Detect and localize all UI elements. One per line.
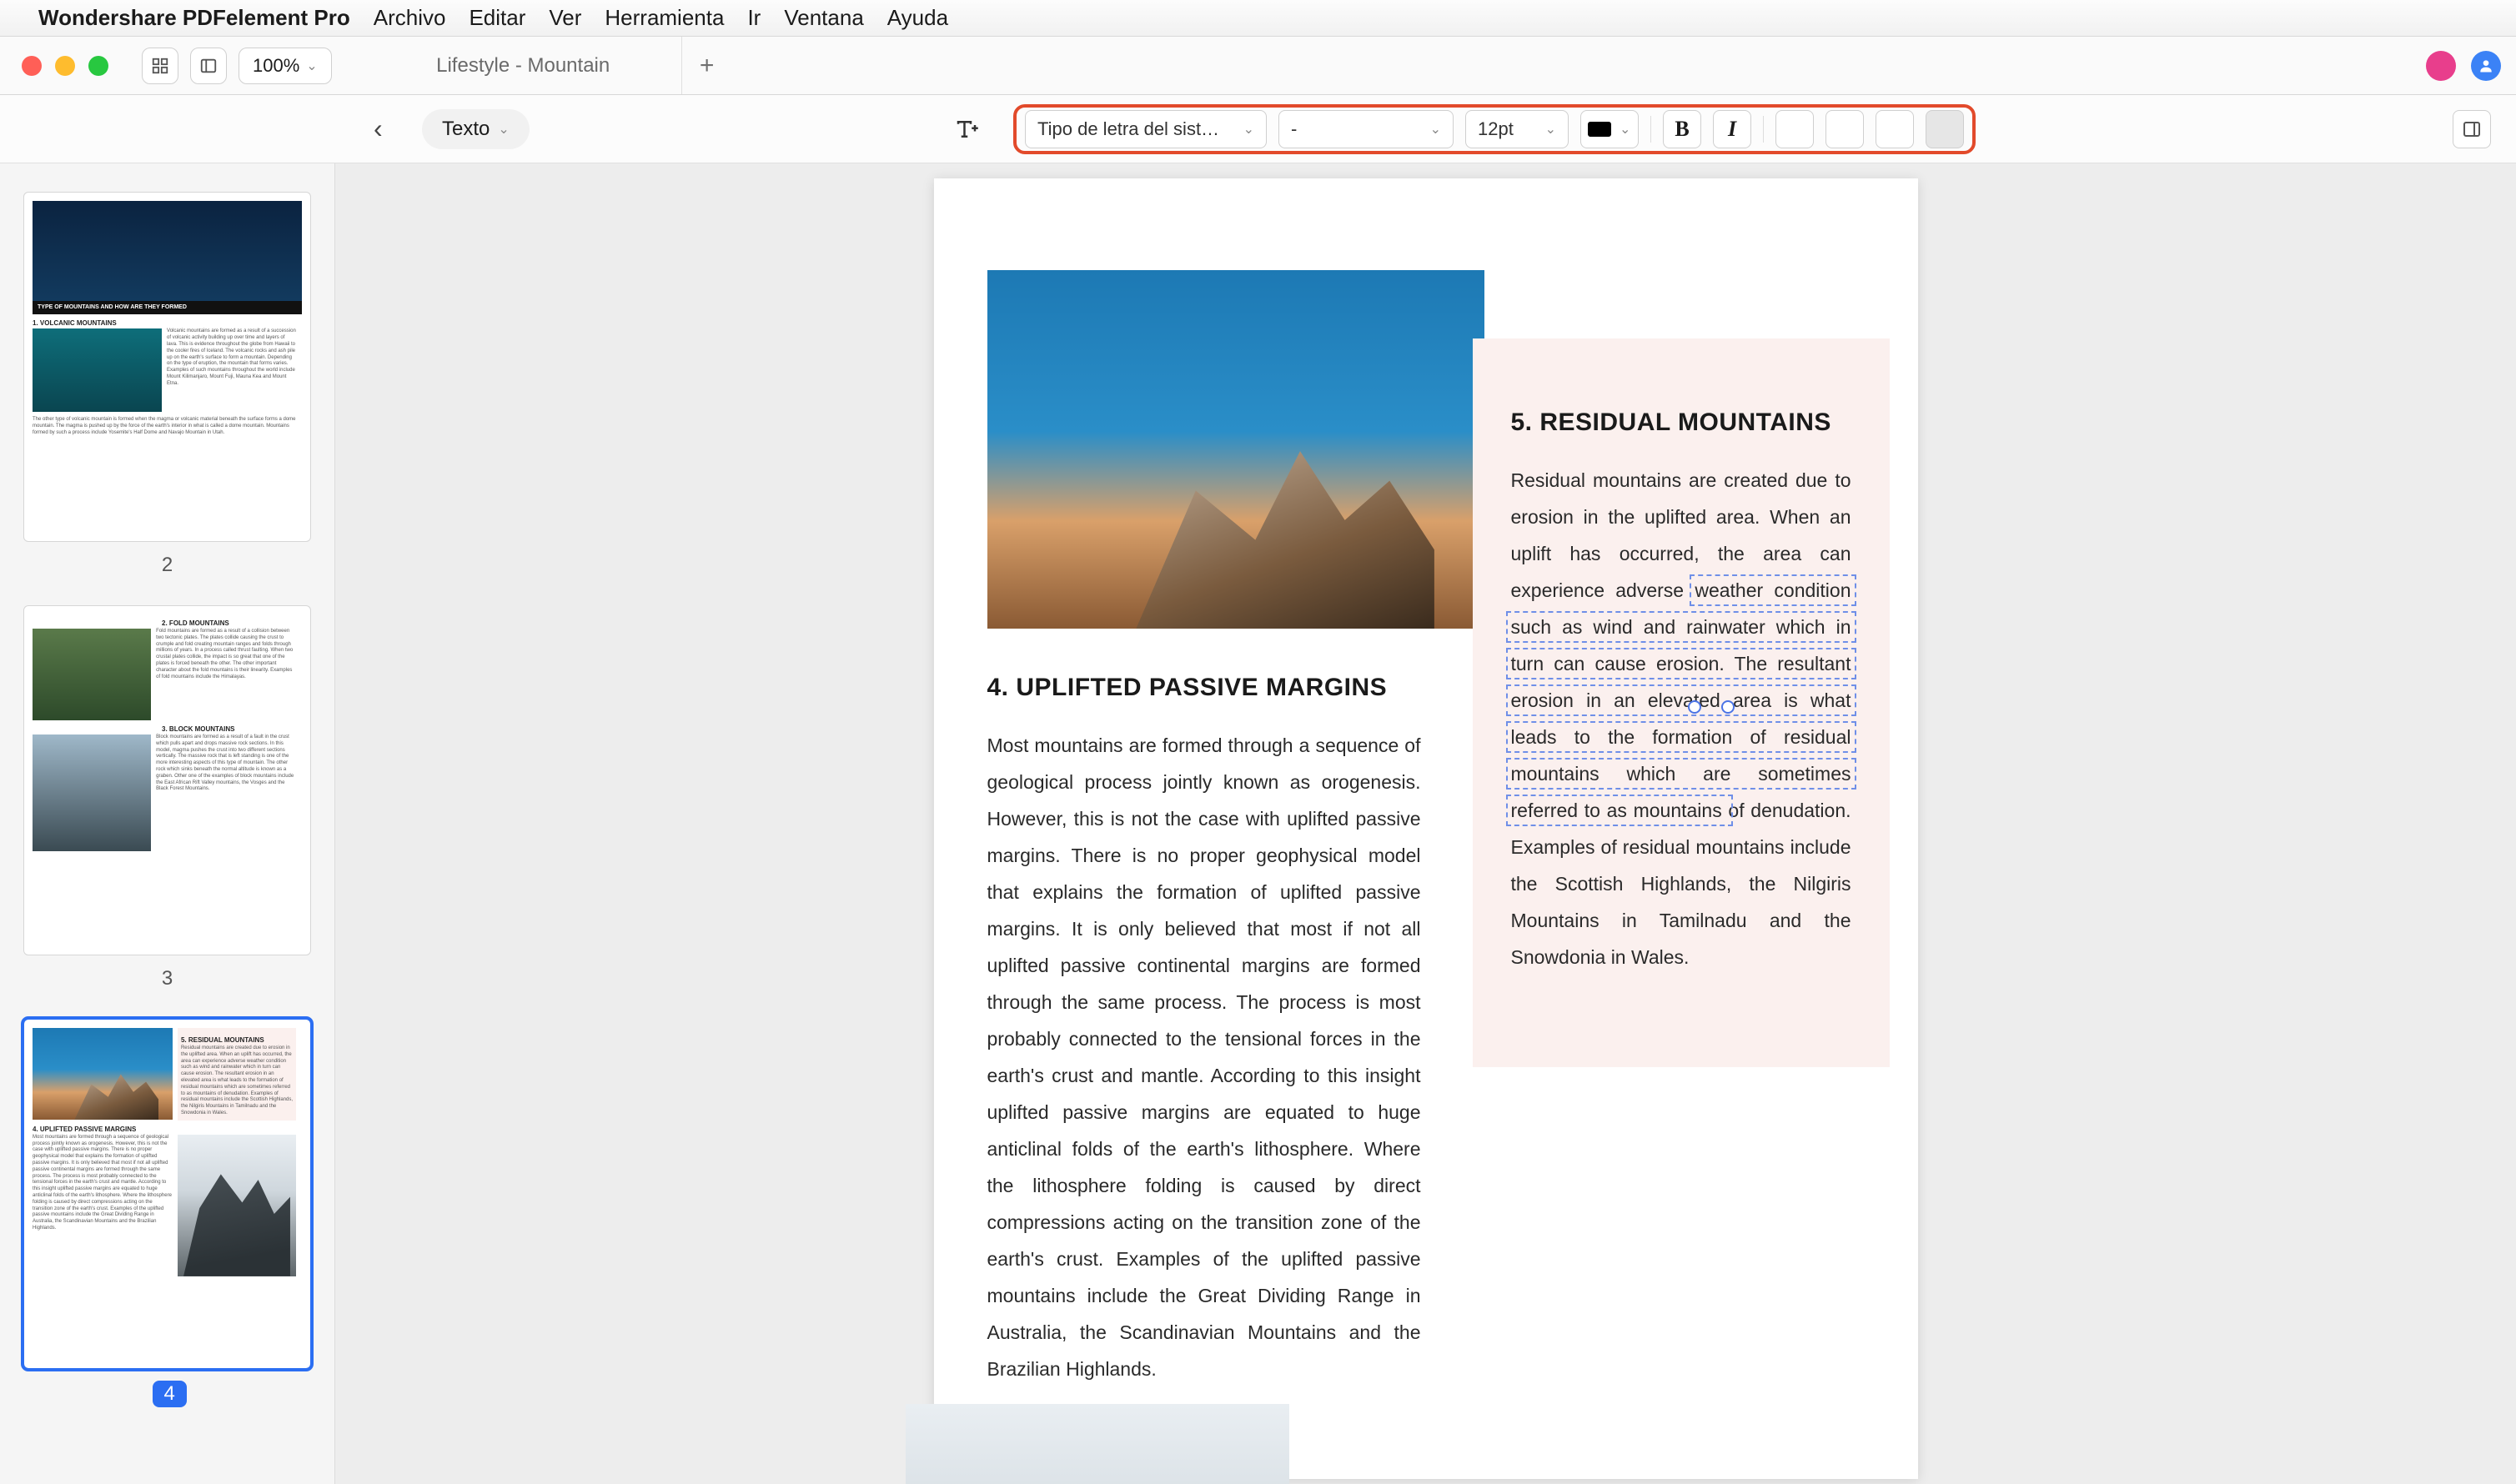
chevron-down-icon: ⌄: [498, 121, 509, 138]
properties-panel-toggle[interactable]: [2453, 110, 2491, 148]
menu-ir[interactable]: Ir: [747, 5, 761, 31]
document-tabs: Lifestyle - Mountain +: [365, 37, 732, 94]
selected-text-block[interactable]: weather condition such as wind and rainw…: [1511, 579, 1851, 821]
font-size-value: 12pt: [1478, 118, 1514, 140]
grid-view-button[interactable]: [142, 48, 178, 84]
menu-ayuda[interactable]: Ayuda: [887, 5, 948, 31]
window-chrome: 100% ⌄ Lifestyle - Mountain +: [0, 37, 2516, 95]
hero-image-mountain-grey: [906, 1404, 1289, 1484]
close-window-button[interactable]: [22, 56, 42, 76]
text-format-toolbar: Tipo de letra del sist… ⌄ - ⌄ 12pt ⌄ ⌄ B…: [1013, 104, 1976, 154]
page-4: 4. UPLIFTED PASSIVE MARGINS Most mountai…: [934, 178, 1918, 1479]
thumb-heading: 5. RESIDUAL MOUNTAINS: [181, 1036, 293, 1044]
body-post: of denudation. Examples of residual moun…: [1511, 800, 1851, 968]
editor-toolbar: ‹ Texto ⌄ Tipo de letra del sist… ⌄ - ⌄ …: [0, 95, 2516, 163]
italic-button[interactable]: I: [1713, 110, 1751, 148]
edit-mode-label: Texto: [442, 118, 490, 141]
section-heading-5: 5. RESIDUAL MOUNTAINS: [1511, 409, 1851, 437]
thumb-page-number: 3: [23, 967, 311, 990]
thumb-heading: 3. BLOCK MOUNTAINS: [162, 725, 302, 733]
chevron-down-icon: ⌄: [1430, 121, 1441, 138]
tab-label: Lifestyle - Mountain: [436, 54, 610, 78]
page-thumbnail-3[interactable]: 2. FOLD MOUNTAINS Fold mountains are for…: [23, 605, 311, 955]
page-thumbnails-panel[interactable]: TYPE OF MOUNTAINS AND HOW ARE THEY FORME…: [0, 163, 335, 1484]
traffic-lights: [0, 56, 130, 76]
edit-mode-dropdown[interactable]: Texto ⌄: [422, 109, 530, 149]
back-button[interactable]: ‹: [374, 113, 383, 144]
promo-badge[interactable]: [2426, 51, 2456, 81]
hero-image-mountain-sunset: [987, 270, 1484, 629]
font-family-value: Tipo de letra del sist…: [1037, 118, 1219, 140]
align-justify-button[interactable]: [1926, 110, 1964, 148]
zoom-window-button[interactable]: [88, 56, 108, 76]
menu-ver[interactable]: Ver: [549, 5, 581, 31]
menu-ventana[interactable]: Ventana: [784, 5, 863, 31]
add-text-button[interactable]: [947, 110, 986, 148]
thumb-heading: 1. VOLCANIC MOUNTAINS: [33, 319, 302, 327]
menu-archivo[interactable]: Archivo: [374, 5, 446, 31]
page-thumbnail-4[interactable]: 5. RESIDUAL MOUNTAINS Residual mountains…: [23, 1019, 311, 1369]
chevron-down-icon: ⌄: [1545, 121, 1556, 138]
divider: [1763, 116, 1764, 143]
minimize-window-button[interactable]: [55, 56, 75, 76]
font-color-dropdown[interactable]: ⌄: [1580, 110, 1639, 148]
align-left-button[interactable]: [1775, 110, 1814, 148]
page-thumbnail-2[interactable]: TYPE OF MOUNTAINS AND HOW ARE THEY FORME…: [23, 192, 311, 542]
thumb-page-number: 2: [23, 554, 311, 577]
font-family-dropdown[interactable]: Tipo de letra del sist… ⌄: [1025, 110, 1267, 148]
account-avatar[interactable]: [2471, 51, 2501, 81]
thumb-heading: 4. UPLIFTED PASSIVE MARGINS: [33, 1126, 302, 1133]
align-right-button[interactable]: [1876, 110, 1914, 148]
section-body-4[interactable]: Most mountains are formed through a sequ…: [987, 727, 1421, 1387]
divider: [1650, 116, 1651, 143]
zoom-dropdown[interactable]: 100% ⌄: [239, 48, 332, 84]
zoom-value: 100%: [253, 55, 299, 77]
bold-button[interactable]: B: [1663, 110, 1701, 148]
document-canvas[interactable]: 4. UPLIFTED PASSIVE MARGINS Most mountai…: [335, 163, 2516, 1484]
thumb-banner: TYPE OF MOUNTAINS AND HOW ARE THEY FORME…: [33, 301, 302, 314]
align-center-button[interactable]: [1825, 110, 1864, 148]
app-name[interactable]: Wondershare PDFelement Pro: [38, 5, 350, 31]
font-size-dropdown[interactable]: 12pt ⌄: [1465, 110, 1569, 148]
new-tab-button[interactable]: +: [682, 52, 732, 80]
font-style-dropdown[interactable]: - ⌄: [1278, 110, 1454, 148]
thumb-heading: 2. FOLD MOUNTAINS: [162, 619, 302, 627]
menu-editar[interactable]: Editar: [469, 5, 525, 31]
section-heading-4: 4. UPLIFTED PASSIVE MARGINS: [987, 674, 1421, 702]
macos-menubar: Wondershare PDFelement Pro Archivo Edita…: [0, 0, 2516, 37]
chevron-down-icon: ⌄: [306, 58, 317, 74]
section-body-5[interactable]: Residual mountains are created due to er…: [1511, 462, 1851, 975]
color-swatch: [1588, 122, 1611, 137]
thumb-page-number: 4: [153, 1381, 187, 1407]
menu-herramienta[interactable]: Herramienta: [605, 5, 724, 31]
font-style-value: -: [1291, 118, 1297, 140]
sidebar-toggle-button[interactable]: [190, 48, 227, 84]
tab-lifestyle-mountain[interactable]: Lifestyle - Mountain: [365, 37, 682, 94]
main-area: TYPE OF MOUNTAINS AND HOW ARE THEY FORME…: [0, 163, 2516, 1484]
chevron-down-icon: ⌄: [1243, 121, 1254, 138]
chevron-down-icon: ⌄: [1620, 121, 1630, 138]
sidebar-pink-panel: 5. RESIDUAL MOUNTAINS Residual mountains…: [1473, 338, 1890, 1067]
